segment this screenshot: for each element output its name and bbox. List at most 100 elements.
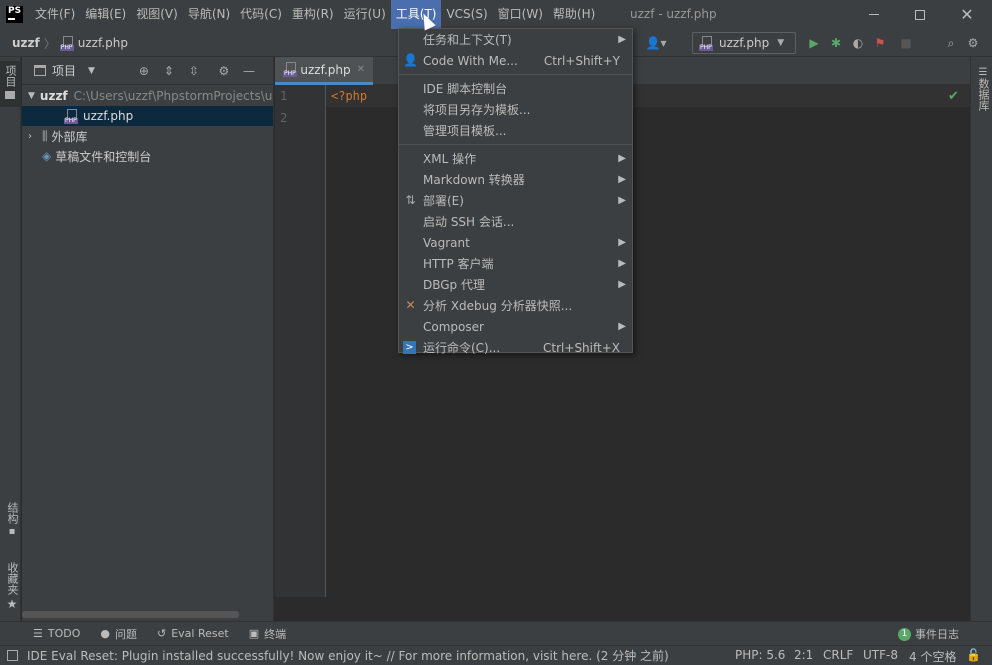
menu-navigate[interactable]: 导航(N) — [183, 0, 235, 29]
menu-item-start-ssh[interactable]: 启动 SSH 会话... — [399, 211, 632, 232]
chevron-down-icon[interactable]: ▼ — [88, 66, 95, 76]
project-view-icon — [34, 65, 46, 76]
maximize-icon — [915, 9, 925, 20]
menu-item-dbgp-proxy[interactable]: DBGp 代理 ▶ — [399, 274, 632, 295]
menu-view[interactable]: 视图(V) — [131, 0, 183, 29]
indent-widget[interactable]: 4 个空格 — [909, 648, 956, 665]
menu-run[interactable]: 运行(U) — [339, 0, 391, 29]
submenu-arrow-icon: ▶ — [618, 237, 626, 248]
settings-icon[interactable]: ⚙ — [962, 32, 984, 54]
run-icon[interactable]: ▶ — [803, 32, 825, 54]
stop-icon[interactable]: ■ — [895, 32, 917, 54]
right-tool-stripe: ☰ 数据库 — [970, 57, 992, 621]
problems-icon: ● — [100, 627, 110, 640]
folder-icon — [5, 91, 15, 99]
menu-item-tasks-contexts[interactable]: 任务和上下文(T) ▶ — [399, 29, 632, 50]
search-icon[interactable]: ⌕ — [940, 32, 962, 54]
event-log-tool-button[interactable]: 1 事件日志 — [898, 626, 959, 642]
caret-position-widget[interactable]: 2:1 — [794, 648, 813, 662]
project-hscrollbar[interactable] — [22, 611, 239, 618]
project-view-select[interactable]: 项目 — [52, 62, 76, 79]
status-message[interactable]: IDE Eval Reset: Plugin installed success… — [27, 647, 717, 664]
editor-bottom-area — [275, 597, 970, 621]
scratches-icon: ◈ — [42, 149, 52, 163]
tree-node-project[interactable]: ▼ uzzf C:\Users\uzzf\PhpstormProjects\uz… — [22, 86, 273, 106]
breadcrumb-project[interactable]: uzzf — [12, 36, 40, 50]
debug-icon[interactable]: ✱ — [825, 32, 847, 54]
favorites-tool-label: 收藏夹 — [6, 562, 19, 595]
minimize-button[interactable] — [851, 0, 897, 29]
menu-item-composer[interactable]: Composer ▶ — [399, 316, 632, 337]
breadcrumb-separator-icon: 〉 — [43, 36, 56, 51]
structure-tool-tab[interactable]: 结构 ▪ — [4, 502, 20, 537]
status-bar-toggle-icon[interactable] — [7, 650, 18, 661]
menu-item-xdebug-snapshot[interactable]: ✕ 分析 Xdebug 分析器快照... — [399, 295, 632, 316]
editor-tab-uzzf-php[interactable]: PHP uzzf.php ✕ — [275, 57, 373, 85]
terminal-icon: ▣ — [248, 627, 260, 640]
list-icon: ☰ — [33, 627, 43, 640]
menu-refactor[interactable]: 重构(R) — [287, 0, 339, 29]
reset-icon: ↺ — [157, 627, 167, 640]
menu-file[interactable]: 文件(F) — [30, 0, 80, 29]
menu-item-deployment[interactable]: ⇅ 部署(E) ▶ — [399, 190, 632, 211]
php-level-widget[interactable]: PHP: 5.6 — [735, 648, 785, 662]
run-config-label: uzzf.php — [719, 36, 770, 50]
expanded-arrow-icon[interactable]: ▼ — [28, 91, 35, 101]
menu-item-manage-templates[interactable]: 管理项目模板... — [399, 120, 632, 141]
structure-icon: ▪ — [8, 526, 16, 537]
menu-item-run-command[interactable]: > 运行命令(C)... Ctrl+Shift+X — [399, 337, 632, 358]
close-icon: ✕ — [960, 5, 974, 24]
submenu-arrow-icon: ▶ — [618, 174, 626, 185]
structure-tool-label: 结构 — [6, 502, 19, 524]
editor-gutter: 1 2 — [275, 85, 326, 597]
menu-vcs[interactable]: VCS(S) — [441, 0, 492, 29]
menu-window[interactable]: 窗口(W) — [493, 0, 548, 29]
close-button[interactable]: ✕ — [944, 0, 990, 29]
close-tab-icon[interactable]: ✕ — [357, 64, 365, 75]
coverage-icon[interactable]: ◐ — [847, 32, 869, 54]
line-number: 2 — [280, 111, 288, 125]
encoding-widget[interactable]: UTF-8 — [863, 648, 898, 662]
editor-tab-label: uzzf.php — [300, 62, 351, 77]
problems-tool-button[interactable]: ● 问题 — [100, 626, 137, 642]
menu-item-markdown-converter[interactable]: Markdown 转换器 ▶ — [399, 169, 632, 190]
locate-icon[interactable]: ⊕ — [133, 60, 155, 82]
lock-icon[interactable]: 🔓 — [966, 648, 981, 662]
profile-icon[interactable]: ⚑ — [869, 32, 891, 54]
breadcrumb-file[interactable]: uzzf.php — [78, 36, 128, 50]
database-tool-tab[interactable]: ☰ 数据库 — [975, 67, 991, 111]
menu-bar: 文件(F) 编辑(E) 视图(V) 导航(N) 代码(C) 重构(R) 运行(U… — [30, 0, 600, 29]
maximize-button[interactable] — [897, 0, 943, 29]
favorites-tool-tab[interactable]: 收藏夹 ★ — [4, 562, 20, 611]
menu-separator — [399, 144, 632, 145]
menu-item-ide-script-console[interactable]: IDE 脚本控制台 — [399, 78, 632, 99]
menu-item-http-client[interactable]: HTTP 客户端 ▶ — [399, 253, 632, 274]
todo-tool-button[interactable]: ☰ TODO — [33, 627, 80, 640]
menu-edit[interactable]: 编辑(E) — [80, 0, 131, 29]
vcs-user-icon[interactable]: 👤▾ — [645, 32, 667, 54]
expand-all-icon[interactable]: ⇕ — [158, 60, 180, 82]
collapsed-arrow-icon[interactable]: › — [28, 131, 42, 142]
title-bar: PS 文件(F) 编辑(E) 视图(V) 导航(N) 代码(C) 重构(R) 运… — [0, 0, 992, 29]
menu-item-code-with-me[interactable]: 👤 Code With Me... Ctrl+Shift+Y — [399, 50, 632, 71]
menu-help[interactable]: 帮助(H) — [548, 0, 600, 29]
run-config-select[interactable]: PHP uzzf.php ▼ — [692, 32, 796, 54]
gear-icon[interactable]: ⚙ — [213, 60, 235, 82]
menu-item-save-as-template[interactable]: 将项目另存为模板... — [399, 99, 632, 120]
menu-item-xml-actions[interactable]: XML 操作 ▶ — [399, 148, 632, 169]
submenu-arrow-icon: ▶ — [618, 321, 626, 332]
tree-node-external-libraries[interactable]: › ⫼ 外部库 — [22, 126, 273, 146]
project-tool-tab[interactable]: 项目 — [0, 61, 20, 107]
terminal-tool-button[interactable]: ▣ 终端 — [249, 626, 286, 642]
inspection-ok-icon[interactable]: ✔ — [948, 89, 959, 104]
submenu-arrow-icon: ▶ — [618, 34, 626, 45]
php-file-icon: PHP — [283, 62, 297, 77]
tree-node-file[interactable]: PHP uzzf.php — [22, 106, 273, 126]
menu-item-vagrant[interactable]: Vagrant ▶ — [399, 232, 632, 253]
collapse-all-icon[interactable]: ⇳ — [183, 60, 205, 82]
line-separator-widget[interactable]: CRLF — [823, 648, 853, 662]
menu-code[interactable]: 代码(C) — [235, 0, 287, 29]
tree-node-scratches[interactable]: ◈ 草稿文件和控制台 — [22, 146, 273, 166]
hide-icon[interactable]: — — [238, 60, 260, 82]
eval-reset-tool-button[interactable]: ↺ Eval Reset — [157, 627, 229, 640]
